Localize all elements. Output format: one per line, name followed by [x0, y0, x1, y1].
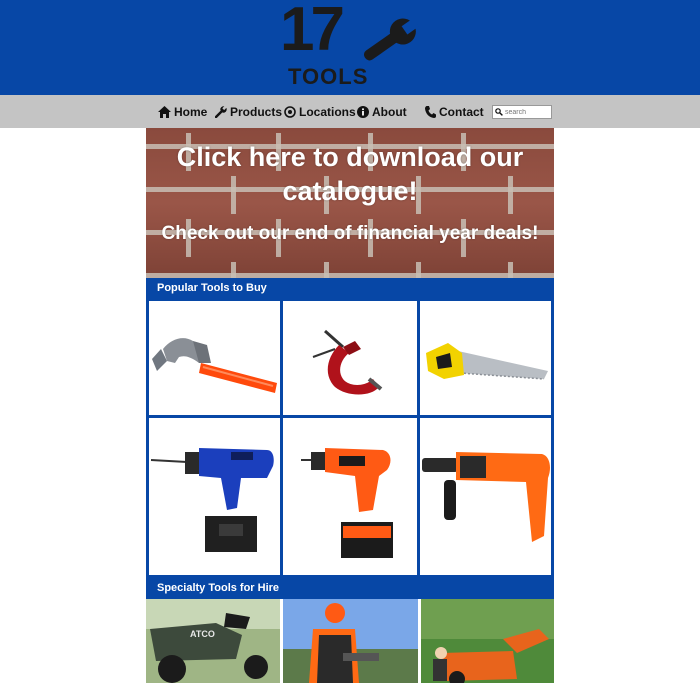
search-input[interactable]: [503, 107, 547, 117]
product-rotary-hammer-drill[interactable]: [420, 418, 551, 575]
nav-about-label: About: [372, 105, 407, 119]
g-clamp-icon: [312, 329, 383, 395]
location-icon: [284, 106, 296, 118]
nav-contact-label: Contact: [439, 105, 484, 119]
catalogue-banner[interactable]: Click here to download our catalogue! Ch…: [146, 128, 554, 278]
svg-text:ATCO: ATCO: [190, 629, 215, 639]
logo-number: 17: [280, 0, 345, 64]
nav-products[interactable]: Products: [215, 103, 282, 121]
logo[interactable]: 17 TOOLS: [280, 0, 420, 91]
wrench-icon: [215, 106, 227, 118]
hire-wood-chipper[interactable]: [421, 599, 554, 683]
nav-locations-label: Locations: [299, 105, 356, 119]
search-box[interactable]: [492, 105, 552, 119]
nav-contact[interactable]: Contact: [425, 103, 484, 121]
nav-home[interactable]: Home: [158, 103, 207, 121]
hire-tools-heading: Specialty Tools for Hire: [146, 578, 554, 599]
product-blue-cordless-drill[interactable]: [149, 418, 280, 575]
search-icon: [495, 108, 503, 116]
orange-drill-icon: [301, 448, 393, 558]
hammer-icon: [152, 338, 277, 393]
nav-products-label: Products: [230, 105, 283, 119]
nav-home-label: Home: [174, 105, 208, 119]
popular-tools-heading: Popular Tools to Buy: [146, 278, 554, 299]
product-hammer[interactable]: [149, 301, 280, 415]
site-header: 17 TOOLS: [0, 0, 700, 95]
hire-ride-on-mower[interactable]: ATCO: [146, 599, 280, 683]
product-orange-cordless-drill[interactable]: [283, 418, 417, 575]
hand-saw-icon: [426, 343, 548, 380]
blue-drill-icon: [150, 448, 274, 552]
banner-subline: Check out our end of financial year deal…: [161, 223, 539, 244]
rotary-hammer-icon: [422, 452, 550, 542]
info-icon: [357, 106, 369, 118]
product-hand-saw[interactable]: [420, 301, 551, 415]
popular-tools-grid: [146, 298, 554, 578]
hire-chainsaw[interactable]: [283, 599, 418, 683]
home-icon: [158, 106, 171, 118]
banner-headline: Click here to download our catalogue!: [176, 142, 524, 206]
nav-locations[interactable]: Locations: [284, 103, 356, 121]
ride-on-mower-icon: ATCO: [146, 599, 280, 683]
phone-icon: [425, 106, 436, 118]
nav-about[interactable]: About: [357, 103, 407, 121]
wrench-logo-icon: [363, 18, 419, 61]
wood-chipper-icon: [421, 599, 554, 683]
chainsaw-worker-icon: [283, 599, 418, 683]
product-g-clamp[interactable]: [283, 301, 417, 415]
